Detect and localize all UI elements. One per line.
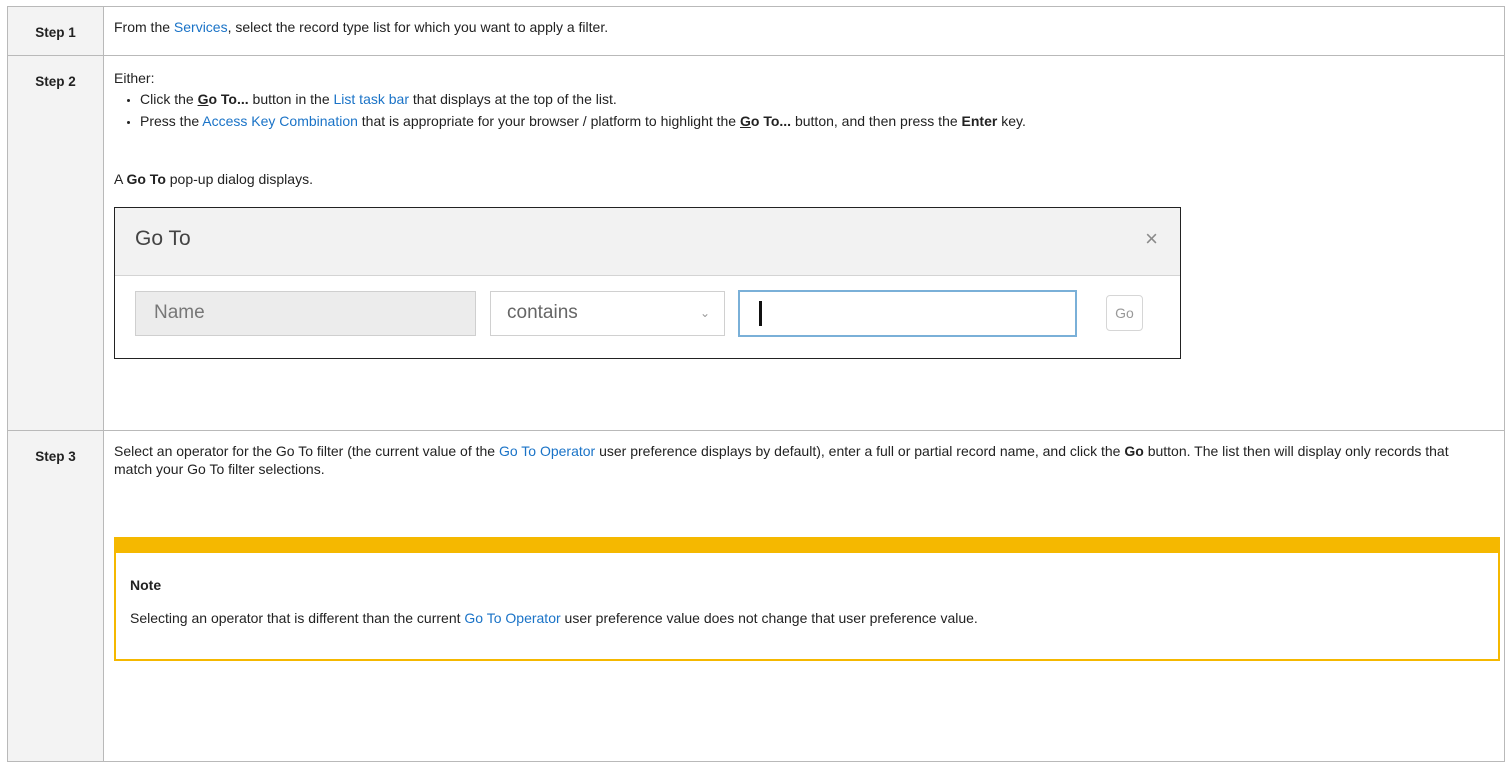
text-run: user preference value does not change th…	[560, 610, 978, 626]
list-task-bar-link[interactable]: List task bar	[334, 91, 409, 107]
text-run: pop-up dialog displays.	[165, 171, 313, 187]
text-run: that is appropriate for your browser / p…	[357, 113, 740, 129]
text-run: From the	[114, 19, 174, 35]
either-text: Either:	[114, 70, 155, 86]
dialog-header: Go To ×	[115, 208, 1180, 276]
step-1-text: From the Services, select the record typ…	[114, 7, 1494, 55]
step-row-1: Step 1 From the Services, select the rec…	[7, 6, 1505, 56]
step-label-cell: Step 2	[7, 55, 104, 431]
goto-dialog-ref: Go To	[126, 171, 166, 187]
dialog-displays-text: A Go To pop-up dialog displays.	[114, 170, 313, 188]
text-run: Press the	[140, 113, 203, 129]
text-run: user preference displays by default), en…	[595, 443, 1125, 459]
procedure-table: Step 1 From the Services, select the rec…	[7, 6, 1505, 762]
text-run: button in the	[248, 91, 334, 107]
step-label-cell: Step 3	[7, 430, 104, 762]
step-2-body: Either: Click the Go To... button in the…	[114, 56, 1494, 430]
step-3-text: Select an operator for the Go To filter …	[114, 442, 1484, 478]
step-label-cell: Step 1	[7, 6, 104, 56]
go-button: Go	[1106, 295, 1143, 331]
text-run: A	[114, 171, 127, 187]
note-body: Selecting an operator that is different …	[130, 609, 978, 627]
text-run: that displays at the top of the list.	[408, 91, 617, 107]
note-callout: Note Selecting an operator that is diffe…	[114, 537, 1500, 661]
services-link[interactable]: Services	[174, 19, 228, 35]
step-1-content: From the Services, select the record typ…	[103, 6, 1505, 56]
step-1-label: Step 1	[35, 25, 76, 40]
goto-operator-link[interactable]: Go To Operator	[464, 610, 560, 626]
text-run: , select the record type list for which …	[227, 19, 609, 35]
text-caret	[759, 301, 762, 326]
options-list: Click the Go To... button in the List ta…	[114, 90, 1490, 134]
text-run: key.	[997, 113, 1026, 129]
operator-value: contains	[507, 302, 578, 323]
goto-dialog-screenshot: Go To × Name contains ⌄ Go	[114, 207, 1181, 359]
step-2-content: Either: Click the Go To... button in the…	[103, 55, 1505, 431]
step-3-label: Step 3	[35, 449, 76, 464]
operator-select: contains ⌄	[490, 291, 725, 336]
list-item: Click the Go To... button in the List ta…	[140, 90, 1490, 108]
step-3-content: Select an operator for the Go To filter …	[103, 430, 1505, 762]
goto-operator-link[interactable]: Go To Operator	[499, 443, 595, 459]
enter-key-ref: Enter	[961, 113, 998, 129]
go-button-ref: Go	[1124, 443, 1144, 459]
list-item: Press the Access Key Combination that is…	[140, 112, 1490, 130]
access-key-letter: G	[197, 91, 209, 107]
text-run: Selecting an operator that is different …	[130, 610, 465, 626]
step-row-3: Step 3 Select an operator for the Go To …	[7, 430, 1505, 762]
step-3-body: Select an operator for the Go To filter …	[114, 431, 1500, 761]
dialog-title: Go To	[135, 227, 191, 250]
text-run: Select an operator for the Go To filter …	[114, 443, 499, 459]
chevron-down-icon: ⌄	[699, 306, 710, 320]
close-icon: ×	[1145, 226, 1158, 251]
step-row-2: Step 2 Either: Click the Go To... button…	[7, 55, 1505, 431]
goto-button-ref: o To...	[750, 113, 792, 129]
goto-value-input	[738, 290, 1077, 337]
access-key-combination-link[interactable]: Access Key Combination	[202, 113, 358, 129]
access-key-letter: G	[740, 113, 751, 129]
field-name-box: Name	[135, 291, 476, 336]
step-2-label: Step 2	[35, 74, 76, 89]
text-run: button, and then press the	[791, 113, 962, 129]
goto-button-ref: o To...	[208, 91, 249, 107]
note-title: Note	[130, 577, 162, 593]
text-run: Click the	[140, 91, 198, 107]
